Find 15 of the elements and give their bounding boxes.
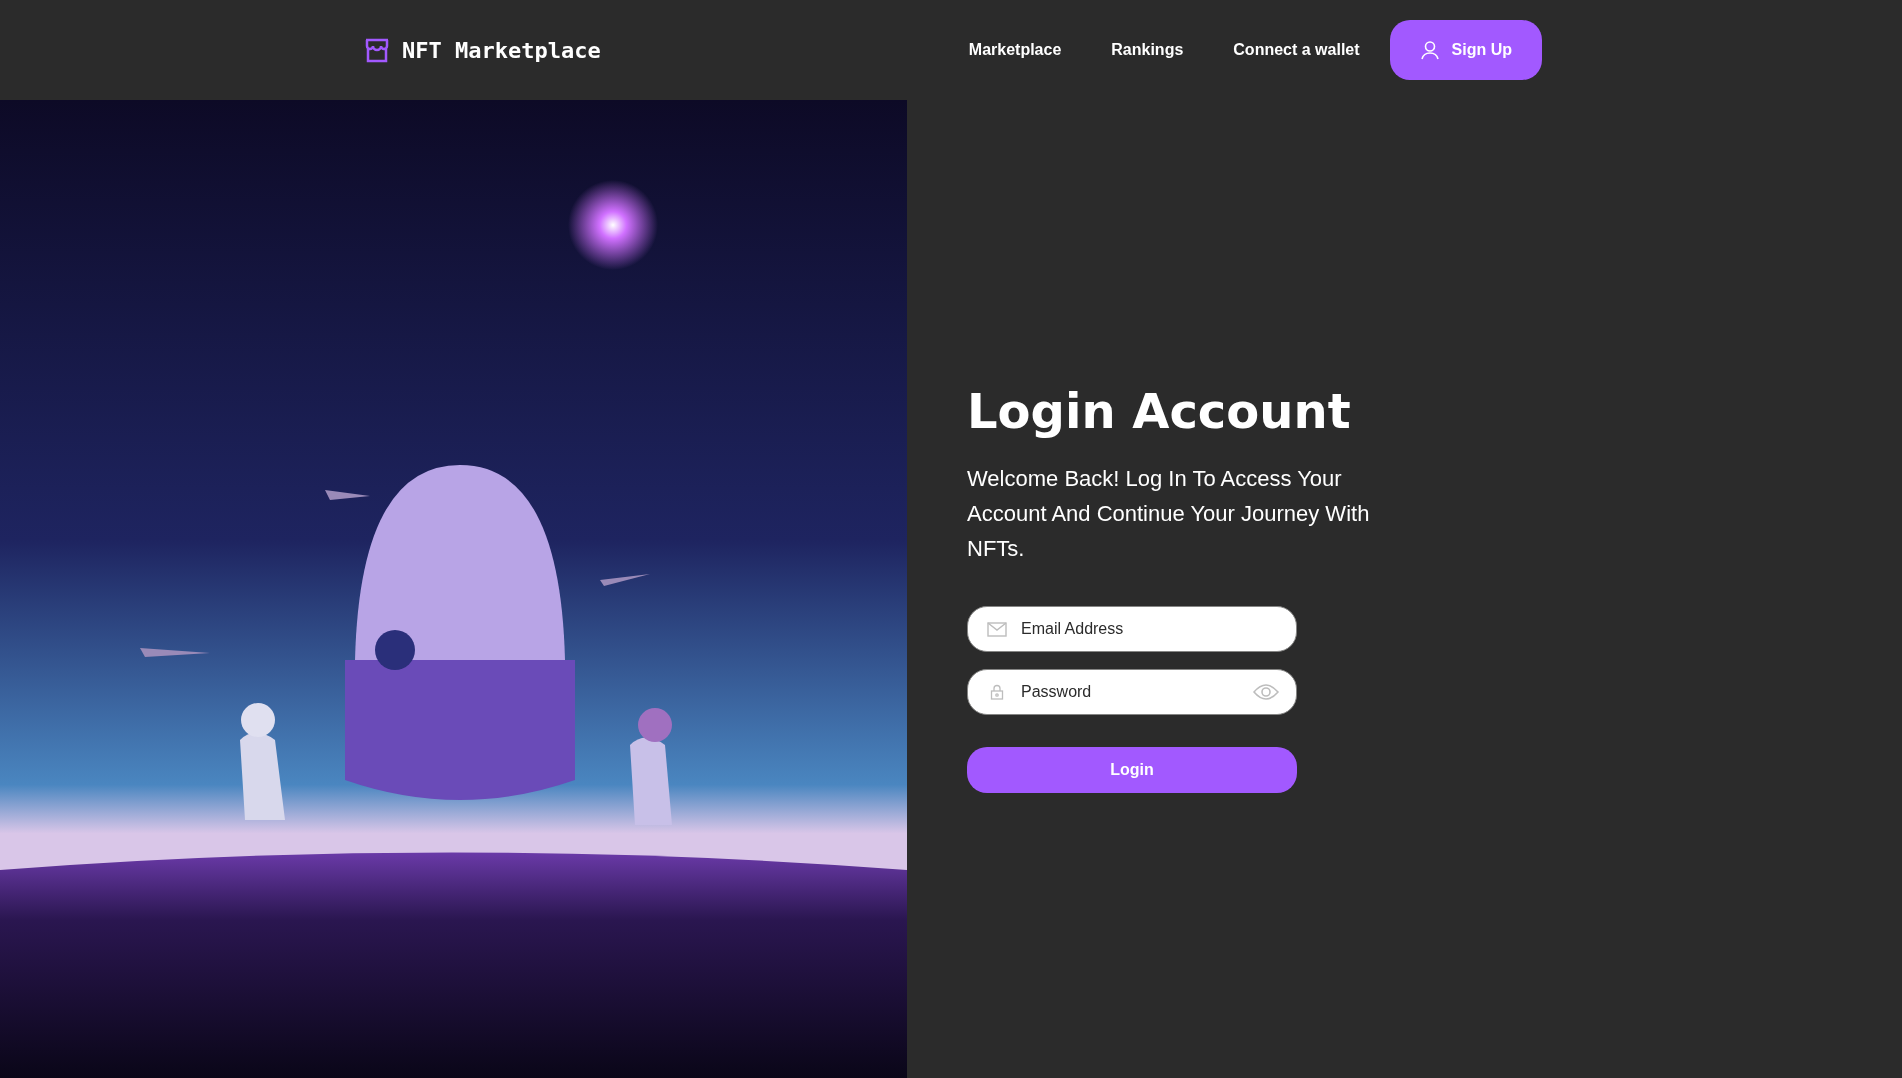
page-title: Login Account xyxy=(967,384,1352,438)
nav-link[interactable]: Connect a wallet xyxy=(1213,26,1380,74)
nav-link[interactable]: Marketplace xyxy=(948,26,1082,74)
user-icon xyxy=(1419,40,1440,60)
welcome-text: Welcome Back! Log In To Access Your Account And Continue Your Journey With NFTs. xyxy=(967,465,1371,564)
envelope-icon xyxy=(987,621,1007,637)
email-field[interactable]: Email Address xyxy=(967,606,1297,653)
sign-up-button[interactable]: Sign Up xyxy=(1389,20,1542,80)
nav-link[interactable]: Rankings xyxy=(1091,26,1204,74)
eye-icon[interactable] xyxy=(1253,683,1279,702)
logo-text[interactable]: NFT Marketplace xyxy=(402,33,601,67)
password-field[interactable]: Password xyxy=(967,669,1297,716)
storefront-icon xyxy=(364,37,390,63)
lock-icon xyxy=(990,684,1004,701)
login-button[interactable]: Login xyxy=(967,747,1297,794)
